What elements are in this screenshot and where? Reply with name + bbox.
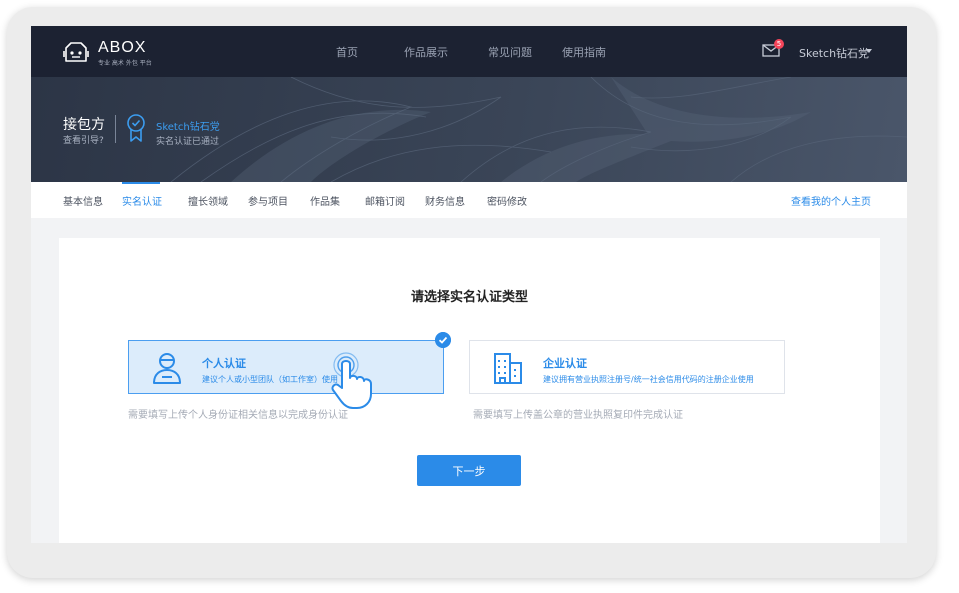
top-navbar: ABOX 专业 高术 外包 平台 首页 作品展示 常见问题 使用指南 5 Ske… bbox=[31, 26, 907, 77]
verified-user-name: Sketch钻石党 bbox=[156, 122, 220, 133]
personal-verification-option[interactable]: 个人认证 建议个人或小型团队（如工作室）使用 bbox=[128, 340, 444, 394]
pointing-hand-icon bbox=[331, 352, 372, 409]
tab-real-name[interactable]: 实名认证 bbox=[122, 193, 162, 208]
nav-item-home[interactable]: 首页 bbox=[336, 44, 358, 60]
profile-banner: 接包方 查看引导? Sketch钻石党 实名认证已通过 bbox=[31, 77, 907, 182]
tab-portfolio[interactable]: 作品集 bbox=[310, 193, 340, 208]
brand-logo[interactable]: ABOX 专业 高术 外包 平台 bbox=[62, 39, 162, 67]
nav-item-guide[interactable]: 使用指南 bbox=[562, 44, 606, 60]
company-name: 接包方 bbox=[63, 117, 105, 133]
app-screen: ABOX 专业 高术 外包 平台 首页 作品展示 常见问题 使用指南 5 Ske… bbox=[31, 26, 907, 543]
guide-link[interactable]: 查看引导? bbox=[63, 133, 104, 146]
user-menu[interactable]: Sketch钻石党 bbox=[799, 45, 869, 61]
enterprise-hint: 需要填写上传盖公章的营业执照复印件完成认证 bbox=[473, 410, 683, 421]
enterprise-option-desc: 建议拥有营业执照注册号/统一社会信用代码的注册企业使用 bbox=[543, 375, 754, 384]
card-title: 请选择实名认证类型 bbox=[410, 290, 528, 305]
active-tab-indicator bbox=[122, 182, 160, 184]
chevron-down-icon[interactable] bbox=[866, 49, 872, 53]
enterprise-option-title: 企业认证 bbox=[543, 357, 587, 370]
personal-option-title: 个人认证 bbox=[202, 357, 246, 370]
verification-card: 请选择实名认证类型 个人认证 建议个人或小型团队（如工作室）使用 企业认证 建议… bbox=[59, 238, 880, 543]
brand-name: ABOX bbox=[98, 39, 147, 56]
brand-tagline: 专业 高术 外包 平台 bbox=[98, 60, 152, 67]
person-icon bbox=[153, 353, 181, 384]
tab-basic-info[interactable]: 基本信息 bbox=[63, 193, 103, 208]
tab-expertise[interactable]: 擅长领域 bbox=[188, 193, 228, 208]
personal-hint: 需要填写上传个人身份证相关信息以完成身份认证 bbox=[128, 410, 348, 421]
settings-tabs: 基本信息 实名认证 擅长领域 参与项目 作品集 邮箱订阅 财务信息 密码修改 查… bbox=[31, 182, 907, 218]
next-step-button[interactable]: 下一步 bbox=[417, 455, 521, 486]
building-icon bbox=[494, 353, 522, 384]
tab-email-subscription[interactable]: 邮箱订阅 bbox=[365, 193, 405, 208]
tab-password[interactable]: 密码修改 bbox=[487, 193, 527, 208]
check-icon bbox=[435, 332, 451, 348]
tab-finance[interactable]: 财务信息 bbox=[425, 193, 465, 208]
verified-status: 实名认证已通过 bbox=[156, 137, 220, 147]
view-homepage-link[interactable]: 查看我的个人主页 bbox=[791, 193, 871, 208]
personal-option-desc: 建议个人或小型团队（如工作室）使用 bbox=[202, 375, 338, 384]
nav-item-faq[interactable]: 常见问题 bbox=[488, 44, 532, 60]
notification-badge: 5 bbox=[774, 39, 784, 49]
medal-icon bbox=[127, 114, 145, 142]
robot-logo-icon bbox=[63, 42, 89, 62]
tab-projects[interactable]: 参与项目 bbox=[248, 193, 288, 208]
enterprise-verification-option[interactable]: 企业认证 建议拥有营业执照注册号/统一社会信用代码的注册企业使用 bbox=[469, 340, 785, 394]
nav-item-works[interactable]: 作品展示 bbox=[404, 44, 448, 60]
banner-divider bbox=[115, 115, 116, 143]
